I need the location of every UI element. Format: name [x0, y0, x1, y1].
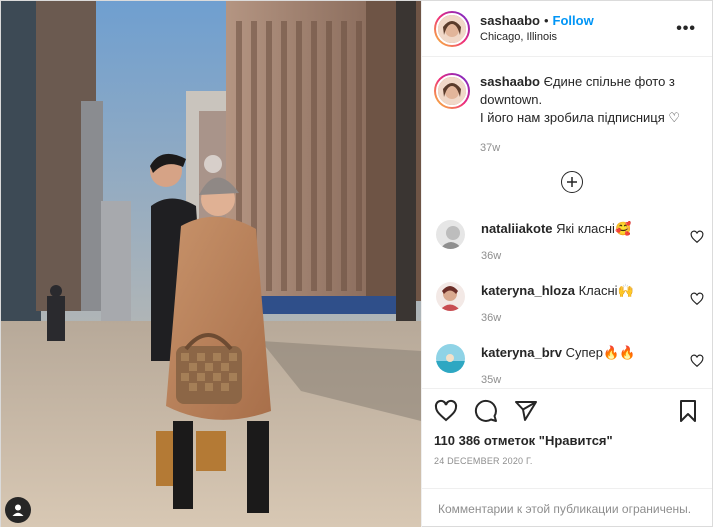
comments-disabled-notice: Комментарии к этой публикации ограничены… — [422, 488, 712, 527]
caption: sashaabo Єдине спільне фото з downtown. … — [422, 57, 712, 157]
commenter-avatar[interactable] — [436, 282, 465, 311]
follow-button[interactable]: Follow — [553, 13, 594, 28]
comment-username[interactable]: kateryna_hloza — [481, 283, 575, 298]
comments-area: sashaabo Єдине спільне фото з downtown. … — [422, 57, 712, 388]
comment-item: kateryna_hloza Класні🙌 36w — [436, 282, 704, 324]
commenter-avatar[interactable] — [436, 220, 465, 249]
caption-timestamp[interactable]: 37w — [480, 139, 700, 157]
avatar-image — [438, 77, 466, 105]
user-icon — [12, 504, 24, 516]
comment-username[interactable]: nataliiakote — [481, 221, 553, 236]
comment-like-heart-icon[interactable] — [690, 292, 704, 306]
comment-item: kateryna_brv Супер🔥🔥 35w — [436, 344, 704, 386]
caption-text: sashaabo Єдине спільне фото з downtown. … — [480, 73, 700, 157]
comment-text: Класні🙌 — [578, 283, 634, 298]
location-link[interactable]: Chicago, Illinois — [480, 29, 672, 45]
comment-text: Супер🔥🔥 — [565, 345, 636, 360]
caption-username[interactable]: sashaabo — [480, 74, 540, 89]
post-side-panel: sashaabo•Follow Chicago, Illinois ••• — [421, 1, 712, 527]
author-avatar[interactable] — [434, 10, 470, 47]
header-text: sashaabo • Follow Chicago, Illinois — [480, 13, 672, 45]
avatar-image — [436, 282, 465, 311]
post-dialog: sashaabo•Follow Chicago, Illinois ••• — [0, 0, 713, 527]
comment-icon[interactable] — [474, 399, 498, 423]
comment-text: Які класні🥰 — [556, 221, 632, 236]
tagged-users-button[interactable] — [5, 497, 31, 523]
comment-item: nataliiakote Які класні🥰 36w — [436, 220, 704, 262]
caption-avatar[interactable] — [434, 73, 470, 109]
post-date[interactable]: 24 DECEMBER 2020 г. — [434, 456, 700, 466]
share-icon[interactable] — [514, 399, 538, 423]
comment-timestamp[interactable]: 36w — [481, 250, 690, 262]
post-photo[interactable] — [1, 1, 421, 527]
more-options-icon[interactable]: ••• — [672, 20, 700, 38]
likes-count[interactable]: 110 386 отметок "Нравится" — [434, 433, 700, 448]
street-photo-illustration — [1, 1, 421, 527]
comment-timestamp[interactable]: 36w — [481, 312, 690, 324]
plus-circle-icon — [567, 177, 577, 187]
avatar-image — [436, 220, 465, 249]
separator-dot: • — [543, 12, 549, 28]
post-header: sashaabo • Follow Chicago, Illinois ••• — [422, 1, 712, 57]
load-more-comments-button[interactable] — [561, 171, 583, 193]
caption-line-2: І його нам зробила підписниця ♡ — [480, 110, 681, 125]
author-username[interactable]: sashaabo — [480, 13, 540, 28]
comment-like-heart-icon[interactable] — [690, 354, 704, 368]
commenter-avatar[interactable] — [436, 344, 465, 373]
comment-username[interactable]: kateryna_brv — [481, 345, 562, 360]
comment-timestamp[interactable]: 35w — [481, 374, 690, 386]
action-buttons — [434, 389, 700, 433]
avatar-image — [438, 14, 466, 43]
avatar-image — [436, 344, 465, 373]
bookmark-icon[interactable] — [676, 399, 700, 423]
comment-like-heart-icon[interactable] — [690, 230, 704, 244]
heart-icon[interactable] — [434, 399, 458, 423]
post-actions: 110 386 отметок "Нравится" 24 DECEMBER 2… — [422, 388, 712, 488]
